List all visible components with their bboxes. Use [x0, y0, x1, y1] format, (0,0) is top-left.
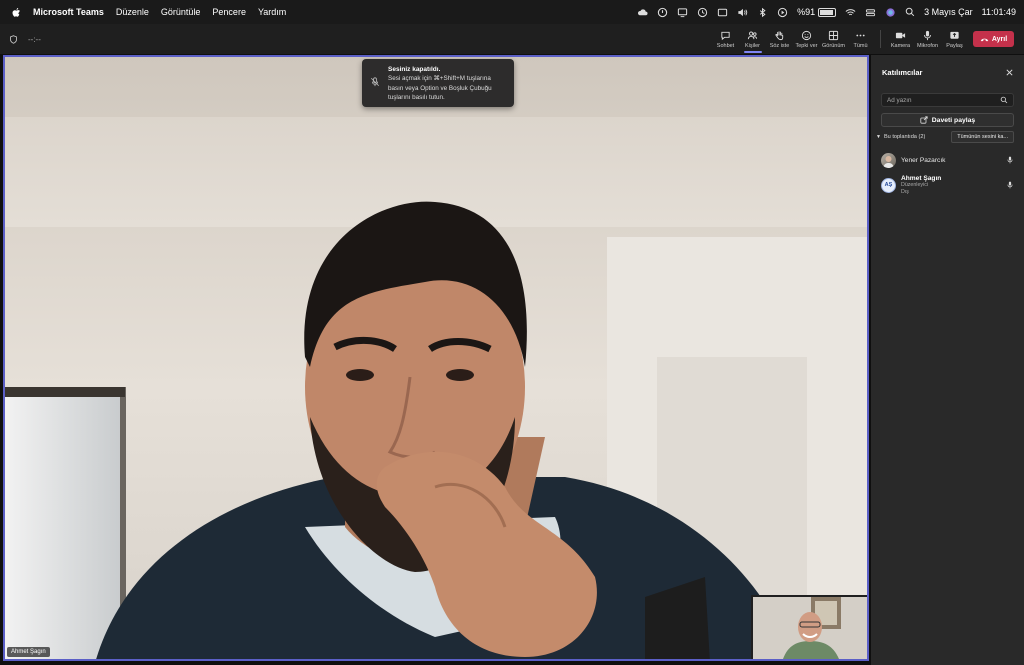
camera-label: Kamera [890, 42, 911, 49]
more-button[interactable]: Tümü [848, 24, 874, 54]
participant-video [96, 201, 794, 659]
battery-percent: %91 [797, 7, 816, 17]
chevron-down-icon[interactable]: ▼ [876, 134, 881, 140]
battery-icon [818, 7, 837, 17]
participant-name: Ahmet Şagın [901, 174, 942, 182]
menubar-date[interactable]: 3 Mayıs Çar [924, 7, 973, 17]
siri-icon[interactable] [885, 7, 896, 18]
people-icon [747, 31, 758, 39]
view-label: Görünüm [822, 42, 845, 49]
raise-hand-icon [775, 30, 784, 40]
volume-icon[interactable] [737, 7, 748, 18]
menu-edit[interactable]: Düzenle [116, 7, 149, 17]
meeting-timer: --:-- [28, 34, 41, 44]
mute-all-button[interactable]: Tümünün sesini ka... [951, 131, 1014, 143]
display-icon[interactable] [677, 7, 688, 18]
close-icon[interactable] [1005, 68, 1014, 77]
react-icon [801, 30, 812, 40]
menu-view[interactable]: Görüntüle [161, 7, 201, 17]
app-name-menu[interactable]: Microsoft Teams [33, 7, 104, 17]
people-button[interactable]: Kişiler [740, 24, 766, 54]
toast-body: Sesi açmak için ⌘+Shift+M tuşlarına bası… [388, 75, 492, 101]
share-icon [950, 31, 959, 39]
share-invite-button[interactable]: Daveti paylaş [881, 113, 1014, 127]
share-button[interactable]: Paylaş [942, 24, 968, 54]
muted-notification: Sesiniz kapatıldı. Sesi açmak için ⌘+Shi… [362, 59, 514, 107]
microphone-label: Mikrofon [916, 42, 939, 49]
share-link-icon [920, 116, 928, 124]
participant-name: Yener Pazarcık [901, 156, 946, 164]
people-label: Kişiler [745, 42, 760, 49]
section-label: Bu toplantıda (2) [883, 134, 926, 140]
chat-button[interactable]: Sohbet [713, 24, 739, 54]
participant-org: Dış [901, 188, 909, 195]
search-icon [1000, 96, 1008, 104]
chat-icon [721, 31, 730, 40]
microphone-button[interactable]: Mikrofon [915, 24, 941, 54]
participant-role: Düzenleyici [901, 181, 929, 188]
search-placeholder: Ad yazın [887, 96, 912, 104]
hang-up-icon [980, 38, 989, 41]
play-icon[interactable] [777, 7, 788, 18]
leave-button[interactable]: Ayrıl [973, 31, 1014, 47]
participant-row[interactable]: Yener Pazarcık [881, 151, 1014, 169]
participant-search-input[interactable]: Ad yazın [881, 93, 1014, 107]
self-view-video[interactable] [751, 595, 867, 659]
in-meeting-section[interactable]: ▼ Bu toplantıda (2) Tümünün sesini ka... [876, 131, 1014, 143]
window-icon[interactable] [717, 7, 728, 18]
more-icon [856, 34, 865, 36]
menu-bar: Microsoft Teams Düzenle Görüntüle Pencer… [0, 0, 1024, 24]
chat-label: Sohbet [716, 42, 735, 49]
participant-row[interactable]: AŞ Ahmet Şagın Düzenleyici Dış [881, 174, 1014, 196]
self-view-image [753, 597, 867, 659]
bluetooth-icon[interactable] [757, 7, 768, 18]
menubar-time[interactable]: 11:01:49 [982, 7, 1016, 17]
camera-icon [895, 32, 906, 38]
avatar [881, 152, 896, 168]
shield-icon[interactable] [9, 34, 18, 44]
search-icon[interactable] [905, 7, 915, 17]
panel-title: Katılımcılar [882, 67, 923, 77]
leave-label: Ayrıl [991, 35, 1008, 43]
microphone-icon [924, 30, 931, 40]
participant-name-tag: Ahmet Şagın [7, 647, 50, 657]
react-label: Tepki ver [795, 42, 818, 49]
menu-window[interactable]: Pencere [212, 7, 246, 17]
raise-hand-button[interactable]: Söz iste [767, 24, 793, 54]
avatar: AŞ [881, 177, 896, 193]
raise-hand-label: Söz iste [769, 42, 790, 49]
microphone-icon[interactable] [1006, 181, 1014, 189]
react-button[interactable]: Tepki ver [794, 24, 820, 54]
wifi-icon[interactable] [845, 7, 856, 18]
control-center-icon[interactable] [865, 7, 876, 18]
time-machine-icon[interactable] [697, 7, 708, 18]
microphone-icon[interactable] [1006, 156, 1014, 164]
cloud-icon[interactable] [637, 7, 648, 18]
share-label: Paylaş [946, 42, 963, 49]
status-icon[interactable] [657, 7, 668, 18]
toolbar-divider [880, 30, 881, 48]
microphone-off-icon [370, 77, 380, 87]
view-grid-icon [828, 30, 839, 40]
battery-indicator[interactable]: %91 [797, 7, 837, 17]
more-label: Tümü [853, 42, 868, 49]
camera-button[interactable]: Kamera [888, 24, 914, 54]
menu-help[interactable]: Yardım [258, 7, 286, 17]
share-invite-label: Daveti paylaş [931, 116, 976, 124]
view-button[interactable]: Görünüm [821, 24, 847, 54]
meeting-toolbar: --:-- Sohbet Kişiler Söz iste Tepki ver … [0, 24, 1024, 54]
participants-panel: Katılımcılar Ad yazın Daveti paylaş ▼ Bu… [871, 55, 1024, 665]
apple-icon[interactable] [11, 7, 21, 18]
toast-title: Sesiniz kapatıldı. [388, 66, 441, 73]
video-stage[interactable]: Sesiniz kapatıldı. Sesi açmak için ⌘+Shi… [3, 55, 869, 661]
